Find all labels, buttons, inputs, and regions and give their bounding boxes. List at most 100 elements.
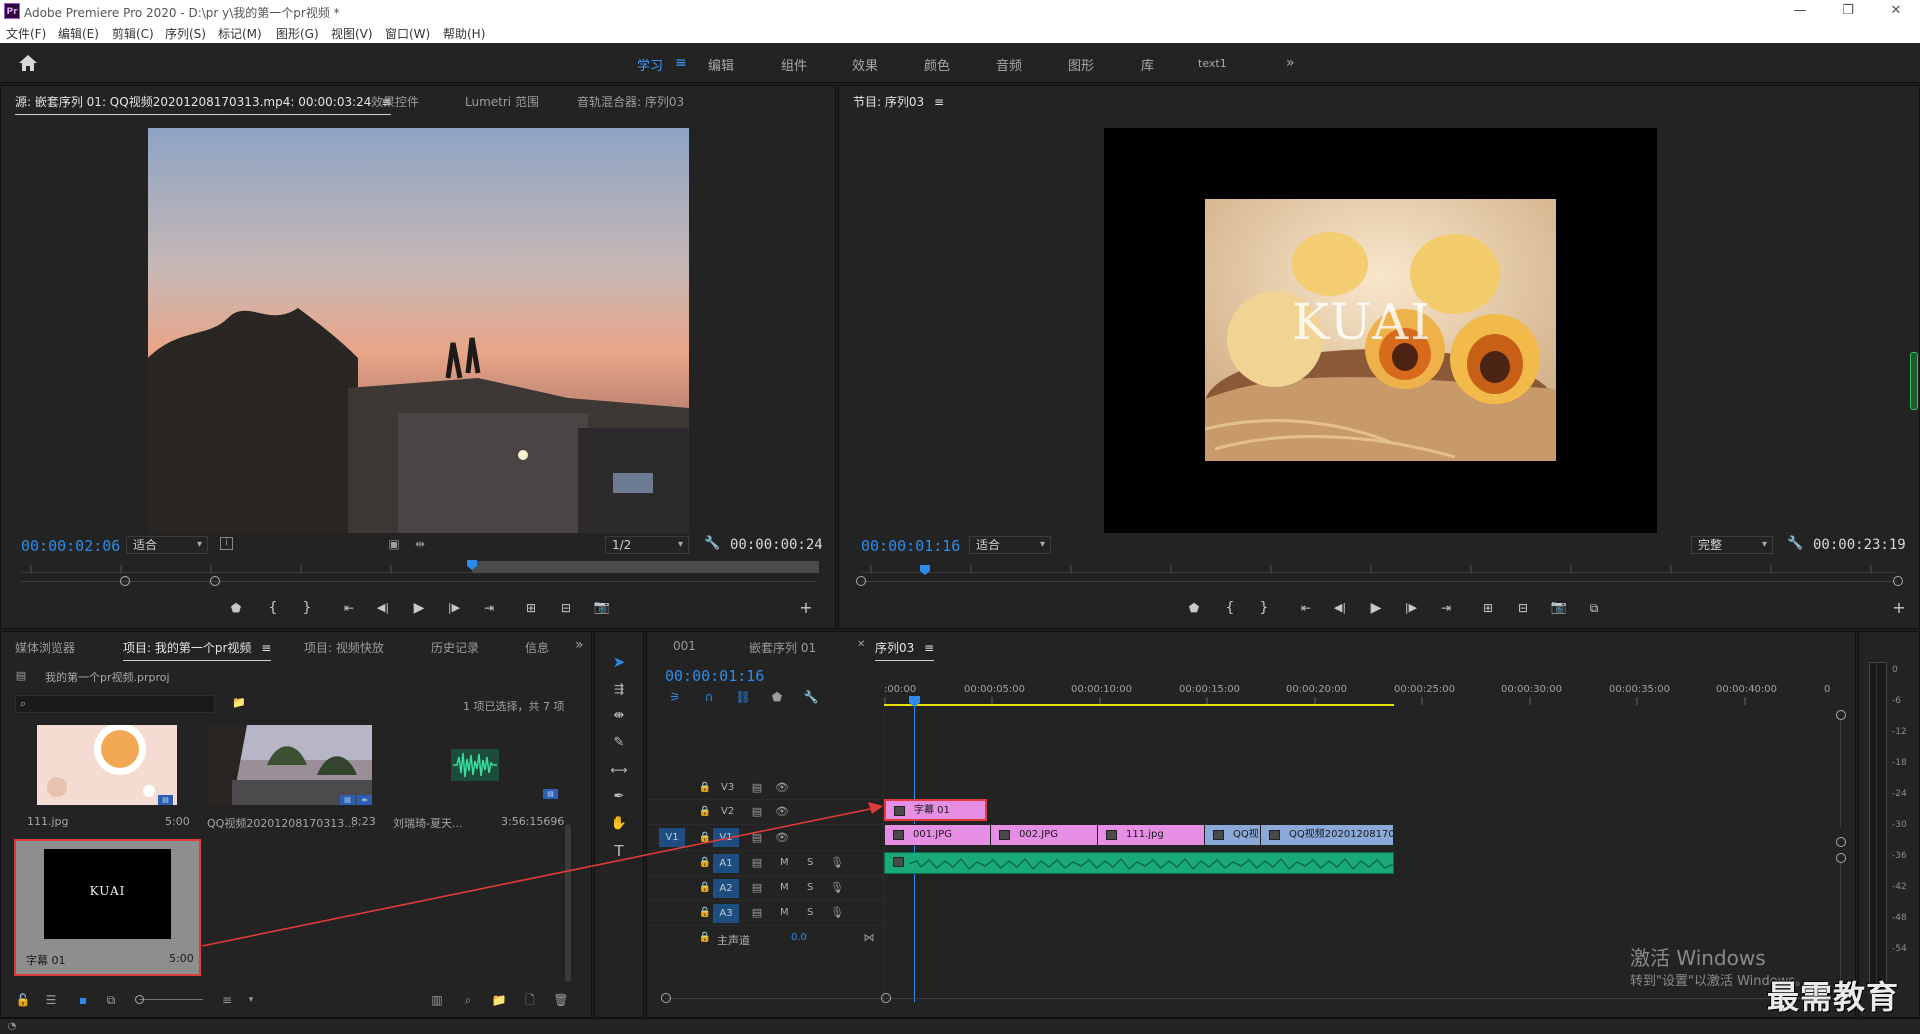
program-fit-dropdown[interactable]: 适合 ▾ [969,536,1051,554]
source-current-timecode[interactable]: 00:00:02:06 [21,537,120,555]
timeline-timecode[interactable]: 00:00:01:16 [665,667,764,685]
track-lock-icon[interactable]: 🔒 [697,905,713,921]
source-zoom-handle-left[interactable] [120,576,130,586]
audio-track-scrollbar[interactable] [1840,863,1841,983]
video-scroll-handle-top[interactable] [1836,710,1846,720]
program-mark-out-icon[interactable]: } [1253,597,1275,619]
tab-sequence-001[interactable]: 001 [673,639,696,653]
close-button[interactable]: ✕ [1876,2,1916,20]
tab-lumetri-scopes[interactable]: Lumetri 范围 [465,93,539,110]
step-back-icon[interactable]: ◀| [372,597,394,619]
drag-video-icon[interactable]: ⇹ [412,536,428,552]
sync-lock-icon[interactable]: ▤ [749,780,765,796]
tab-audio-track-mixer[interactable]: 音轨混合器: 序列03 [577,93,684,110]
new-bin-icon[interactable]: 📁 [491,992,507,1008]
settings-toggle-icon[interactable]: ▣ [386,536,402,552]
menu-clip[interactable]: 剪辑(C) [112,25,154,42]
mute-button[interactable]: M [780,882,789,893]
insert-icon[interactable]: ⊞ [520,597,542,619]
timeline-zoom-handle-left[interactable] [661,993,671,1003]
track-select-tool-icon[interactable]: ⇶ [609,679,629,699]
audio-scroll-handle-top[interactable] [1836,853,1846,863]
track-lock-icon[interactable]: 🔒 [697,804,713,820]
workspace-audio[interactable]: 音频 [996,55,1022,74]
wrench-icon[interactable]: 🔧 [704,536,720,552]
track-eye-icon[interactable]: 👁 [774,804,790,820]
program-quality-dropdown[interactable]: 完整 ▾ [1691,536,1773,554]
mute-button[interactable]: M [780,857,789,868]
tab-effect-controls[interactable]: 效果控件 [371,93,419,110]
solo-button[interactable]: S [807,882,813,893]
workspace-text1[interactable]: text1 [1198,57,1227,70]
menu-edit[interactable]: 编辑(E) [58,25,99,42]
tab-project-fast[interactable]: 项目: 视频快放 [304,639,384,656]
source-zoom-handle-right[interactable] [210,576,220,586]
work-area-bar[interactable] [884,704,1394,706]
program-zoom-handle-left[interactable] [856,576,866,586]
clip-qq-video-b[interactable]: QQ视频20201208170 [1260,824,1394,846]
workspace-assembly[interactable]: 组件 [781,55,807,74]
microphone-icon[interactable]: 🎙 [829,905,845,921]
workspace-libraries[interactable]: 库 [1141,55,1154,74]
menu-graphics[interactable]: 图形(G) [276,25,319,42]
sync-lock-icon[interactable]: ▤ [749,880,765,896]
hand-tool-icon[interactable]: ✋ [609,814,629,834]
zoom-slider[interactable] [139,999,203,1000]
icon-view-icon[interactable]: ▪ [75,992,91,1008]
sort-dropdown-icon[interactable]: ▾ [243,992,259,1008]
track-target-a3[interactable]: A3 [713,904,739,923]
mute-button[interactable]: M [780,907,789,918]
clip-002-jpg[interactable]: 002.JPG [990,824,1098,846]
project-scrollbar[interactable] [565,824,571,982]
sync-lock-icon[interactable]: ▤ [749,905,765,921]
menu-file[interactable]: 文件(F) [6,25,46,42]
program-mark-in-icon[interactable]: { [1219,597,1241,619]
linked-selection-icon[interactable]: ⛓ [735,689,751,705]
clip-001-jpg[interactable]: 001.JPG [884,824,991,846]
export-frame-icon[interactable]: 📷 [591,597,613,619]
find-icon[interactable]: ⌕ [460,992,476,1008]
zoom-slider-handle[interactable] [135,995,144,1004]
lock-icon[interactable]: 🔓 [15,992,31,1008]
mark-out-icon[interactable]: } [296,597,318,619]
clip-qq-video-a[interactable]: QQ视 [1204,824,1261,846]
workspace-learn[interactable]: 学习 [637,55,663,74]
project-search-input[interactable]: ⌕ [15,695,215,713]
menu-window[interactable]: 窗口(W) [385,25,430,42]
workspace-graphics[interactable]: 图形 [1068,55,1094,74]
workspace-effects[interactable]: 效果 [852,55,878,74]
safe-margins-icon[interactable]: i [220,537,233,550]
tab-history[interactable]: 历史记录 [431,639,479,656]
program-go-to-in-icon[interactable]: ⇤ [1295,597,1317,619]
menu-sequence[interactable]: 序列(S) [165,25,206,42]
project-item[interactable]: ▤ ⇹ QQ视频20201208170313... 8;23 [207,725,390,875]
go-to-in-icon[interactable]: ⇤ [338,597,360,619]
play-icon[interactable]: ▶ [408,597,430,619]
track-target-a2[interactable]: A2 [713,879,739,898]
source-video-frame[interactable] [148,128,689,533]
new-bin-from-search-icon[interactable]: 📁 [231,695,247,711]
workspace-menu-icon[interactable]: ≡ [675,55,687,71]
minimize-button[interactable]: — [1780,2,1820,20]
slip-tool-icon[interactable]: ⟷ [609,760,629,780]
mark-in-icon[interactable]: { [262,597,284,619]
microphone-icon[interactable]: 🎙 [829,855,845,871]
video-scroll-handle-bottom[interactable] [1836,837,1846,847]
source-patch-v1[interactable]: V1 [659,828,685,847]
button-editor-icon[interactable]: + [795,597,817,619]
program-export-frame-icon[interactable]: 📷 [1548,597,1570,619]
tab-project-main[interactable]: 项目: 我的第一个pr视频 ≡ [123,639,272,661]
program-step-back-icon[interactable]: ◀| [1329,597,1351,619]
solo-button[interactable]: S [807,907,813,918]
timeline-zoom-bar[interactable] [665,998,1845,999]
source-zoom-bar[interactable] [21,581,816,582]
workspace-overflow[interactable]: » [1286,55,1295,71]
timeline-settings-icon[interactable]: 🔧 [803,689,819,705]
source-in-out-range[interactable] [472,561,819,573]
track-eye-icon[interactable]: 👁 [774,780,790,796]
program-button-editor-icon[interactable]: + [1888,597,1910,619]
automate-to-sequence-icon[interactable]: ▥ [429,992,445,1008]
freeform-view-icon[interactable]: ⧉ [103,992,119,1008]
track-eye-icon[interactable]: 👁 [774,830,790,846]
track-lock-icon[interactable]: 🔒 [697,855,713,871]
